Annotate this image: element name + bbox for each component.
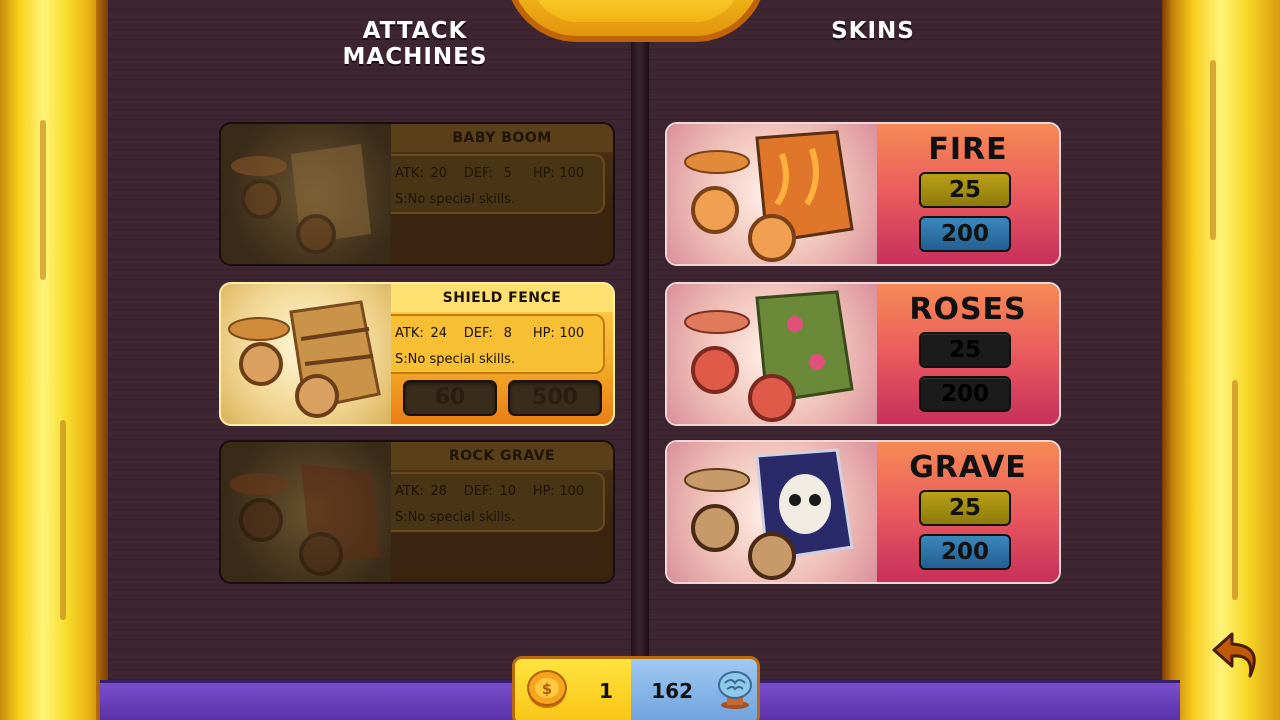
skill-label: S: — [395, 351, 408, 367]
back-button[interactable] — [1210, 628, 1266, 684]
machine-card-rock-grave[interactable]: ROCK GRAVE ATK: 28 DEF: 10 HP: 100 S: No… — [219, 440, 615, 584]
gem-balance: 162 — [631, 659, 757, 720]
atk-value: 28 — [430, 483, 447, 499]
skill-label: S: — [395, 509, 408, 525]
hp-label: HP: — [532, 483, 555, 499]
back-arrow-icon — [1212, 632, 1256, 678]
buy-with-coins-button[interactable]: 60 — [403, 380, 497, 416]
currency-bar: $ 1 162 — [512, 656, 760, 720]
book-spine — [631, 42, 649, 660]
buy-skin-gems-button[interactable]: 200 — [919, 376, 1011, 412]
hp-value: 100 — [559, 325, 585, 341]
skin-name: GRAVE — [909, 450, 1027, 485]
machine-name: SHIELD FENCE — [391, 284, 613, 312]
skin-card-roses[interactable]: ROSES 25 200 — [665, 282, 1061, 426]
hp-value: 100 — [559, 165, 585, 181]
catapult-image — [221, 124, 391, 264]
buy-skin-coins-button[interactable]: 25 — [919, 172, 1011, 208]
atk-label: ATK: — [395, 325, 424, 341]
machine-card-shield-fence[interactable]: SHIELD FENCE ATK: 24 DEF: 8 HP: 100 S: N… — [219, 282, 615, 426]
catapult-image — [221, 442, 391, 582]
machine-card-baby-boom[interactable]: BABY BOOM ATK: 20 DEF: 5 HP: 100 S: No s… — [219, 122, 615, 266]
def-label: DEF: — [463, 483, 493, 499]
shop-screen: { "headers": { "left": "ATTACK MACHINES"… — [0, 0, 1280, 720]
hp-value: 100 — [559, 483, 585, 499]
coin-icon: $ — [525, 667, 569, 715]
skill-label: S: — [395, 191, 408, 207]
buy-skin-coins-button[interactable]: 25 — [919, 490, 1011, 526]
machine-stats: ATK: 28 DEF: 10 HP: 100 S: No special sk… — [391, 472, 605, 532]
svg-text:$: $ — [542, 680, 552, 698]
atk-label: ATK: — [395, 483, 424, 499]
def-label: DEF: — [463, 165, 493, 181]
hp-label: HP: — [532, 165, 555, 181]
machine-stats: ATK: 24 DEF: 8 HP: 100 S: No special ski… — [391, 314, 605, 374]
skin-name: ROSES — [909, 292, 1027, 327]
atk-value: 24 — [430, 325, 447, 341]
brain-gem-icon — [713, 667, 757, 715]
right-gold-frame — [1162, 0, 1280, 720]
machine-name: BABY BOOM — [391, 124, 613, 152]
skins-header: SKINS — [831, 18, 915, 44]
skill-value: No special skills. — [407, 351, 515, 367]
machine-name: ROCK GRAVE — [391, 442, 613, 470]
buy-skin-coins-button[interactable]: 25 — [919, 332, 1011, 368]
machine-stats: ATK: 20 DEF: 5 HP: 100 S: No special ski… — [391, 154, 605, 214]
def-value: 10 — [499, 483, 517, 499]
def-value: 8 — [503, 325, 512, 341]
def-value: 5 — [503, 165, 512, 181]
skill-value: No special skills. — [407, 509, 515, 525]
hp-label: HP: — [532, 325, 555, 341]
catapult-image — [221, 284, 391, 424]
top-ornament-inner — [530, 0, 742, 22]
left-gold-frame — [0, 0, 108, 720]
attack-machines-header: ATTACK MACHINES — [342, 18, 488, 70]
def-label: DEF: — [463, 325, 493, 341]
coin-count: 1 — [599, 679, 613, 703]
roses-skin-image — [667, 284, 877, 424]
grave-skin-image — [667, 442, 877, 582]
coin-balance: $ 1 — [515, 659, 632, 720]
skill-value: No special skills. — [407, 191, 515, 207]
buy-with-gems-button[interactable]: 500 — [508, 380, 602, 416]
atk-value: 20 — [430, 165, 447, 181]
skin-card-grave[interactable]: GRAVE 25 200 — [665, 440, 1061, 584]
buy-skin-gems-button[interactable]: 200 — [919, 216, 1011, 252]
skin-card-fire[interactable]: FIRE 25 200 — [665, 122, 1061, 266]
gem-count: 162 — [651, 679, 693, 703]
fire-skin-image — [667, 124, 877, 264]
atk-label: ATK: — [395, 165, 424, 181]
skin-name: FIRE — [928, 132, 1008, 167]
buy-skin-gems-button[interactable]: 200 — [919, 534, 1011, 570]
